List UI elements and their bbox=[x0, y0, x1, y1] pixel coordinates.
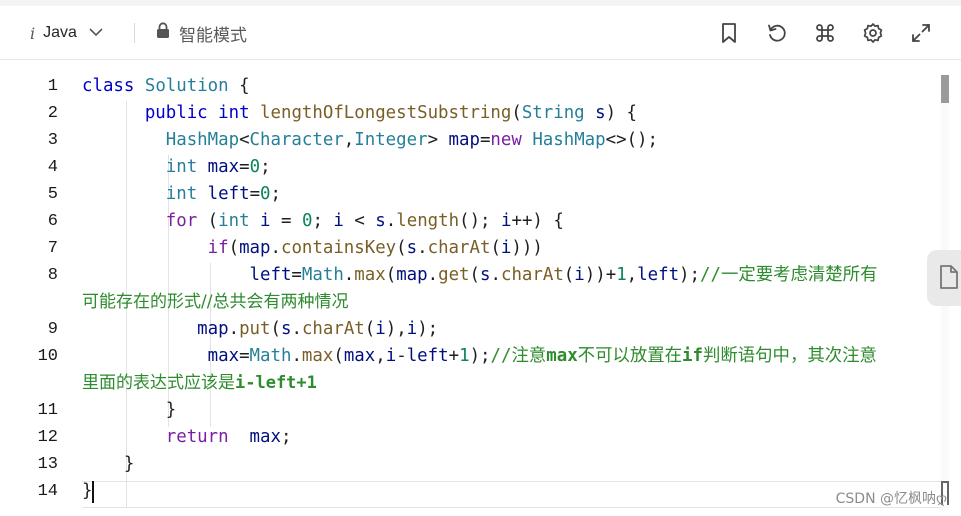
watermark: CSDN @忆枫呐ღ bbox=[835, 491, 947, 507]
code-area[interactable]: 1 2 3 4 5 6 7 8 9 10 11 12 13 14 class S… bbox=[0, 61, 961, 516]
info-icon: i bbox=[30, 23, 36, 43]
line-number: 5 bbox=[47, 185, 58, 204]
reset-icon[interactable] bbox=[764, 20, 790, 46]
bookmark-icon[interactable] bbox=[716, 20, 742, 46]
line-number: 9 bbox=[47, 320, 58, 339]
shortcut-command-icon[interactable] bbox=[812, 20, 838, 46]
chevron-down-icon bbox=[89, 24, 103, 42]
mode-label: 智能模式 bbox=[179, 25, 247, 46]
line-number: 1 bbox=[47, 77, 58, 96]
wrapped-comment: 可能存在的形式//总共会有两种情况 bbox=[82, 292, 349, 312]
floating-note-button[interactable] bbox=[927, 250, 961, 306]
line-number: 6 bbox=[47, 212, 58, 231]
current-line-highlight bbox=[82, 481, 941, 508]
code-editor-panel: i Java 智能模式 1 2 3 4 5 6 7 8 9 10 11 12 1… bbox=[0, 6, 961, 516]
line-number: 14 bbox=[37, 482, 58, 501]
editor-toolbar: i Java 智能模式 bbox=[0, 6, 961, 60]
toolbar-divider bbox=[134, 23, 135, 43]
line-number: 7 bbox=[47, 239, 58, 258]
scrollbar-thumb[interactable] bbox=[941, 75, 949, 103]
line-number: 3 bbox=[47, 131, 58, 150]
line-number: 11 bbox=[37, 401, 58, 420]
fullscreen-expand-icon[interactable] bbox=[908, 20, 934, 46]
line-number: 8 bbox=[47, 266, 58, 285]
wrapped-comment: 里面的表达式应该是i-left+1 bbox=[82, 373, 317, 393]
language-label: Java bbox=[43, 24, 77, 41]
settings-gear-icon[interactable] bbox=[860, 20, 886, 46]
line-number: 12 bbox=[37, 428, 58, 447]
note-icon bbox=[940, 265, 958, 289]
line-number: 2 bbox=[47, 104, 58, 123]
mode-indicator[interactable]: 智能模式 bbox=[156, 21, 247, 46]
language-select[interactable]: i Java bbox=[30, 21, 103, 45]
line-number: 13 bbox=[37, 455, 58, 474]
lock-icon bbox=[156, 22, 170, 44]
text-cursor bbox=[92, 481, 94, 503]
line-number: 10 bbox=[37, 347, 58, 366]
line-number: 4 bbox=[47, 158, 58, 177]
